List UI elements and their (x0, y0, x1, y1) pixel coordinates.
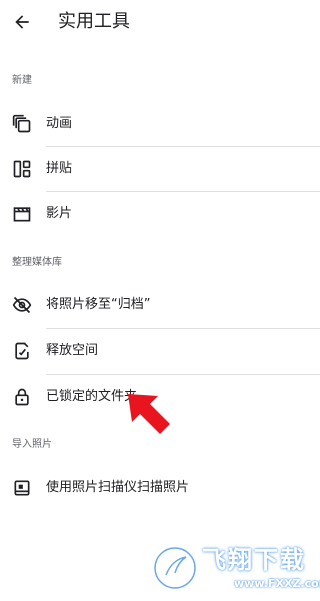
section-header-organize: 整理媒体库 (12, 257, 62, 268)
list-item-movie[interactable]: 影片 (0, 192, 320, 236)
list-item-label: 影片 (46, 206, 73, 221)
list-item-label: 将照片移至“归档” (46, 297, 151, 312)
list-item-label: 使用照片扫描仪扫描照片 (46, 480, 190, 495)
free-up-space-icon (12, 341, 32, 361)
watermark: 飞翔下载 www.FXXZ.com (150, 541, 320, 597)
watermark-domain: www.FXXZ.com (234, 577, 320, 590)
section-header-new: 新建 (12, 75, 32, 86)
arrow-back-icon[interactable] (12, 12, 32, 32)
app-bar: 实用工具 (0, 0, 320, 44)
list-item-label: 动画 (46, 116, 73, 131)
back-button[interactable] (6, 6, 38, 38)
annotation-arrow (128, 394, 170, 434)
list-item-archive[interactable]: 将照片移至“归档” (0, 283, 320, 327)
section-header-import: 导入照片 (12, 439, 52, 450)
lock-icon (12, 387, 32, 407)
photoscan-icon (12, 478, 32, 498)
list-item-collage[interactable]: 拼贴 (0, 147, 320, 191)
list-item-label: 释放空间 (46, 343, 99, 358)
list-item-animation[interactable]: 动画 (0, 102, 320, 146)
archive-hide-icon (12, 295, 32, 315)
page-title: 实用工具 (58, 11, 130, 32)
list-item-photoscan[interactable]: 使用照片扫描仪扫描照片 (0, 466, 320, 510)
collage-icon (12, 159, 32, 179)
list-item-label: 拼贴 (46, 161, 73, 176)
watermark-name: 飞翔下载 (202, 546, 306, 574)
movie-icon (12, 204, 32, 224)
list-item-free-up-space[interactable]: 释放空间 (0, 329, 320, 373)
watermark-logo-icon (153, 546, 197, 590)
animation-icon (12, 114, 32, 134)
